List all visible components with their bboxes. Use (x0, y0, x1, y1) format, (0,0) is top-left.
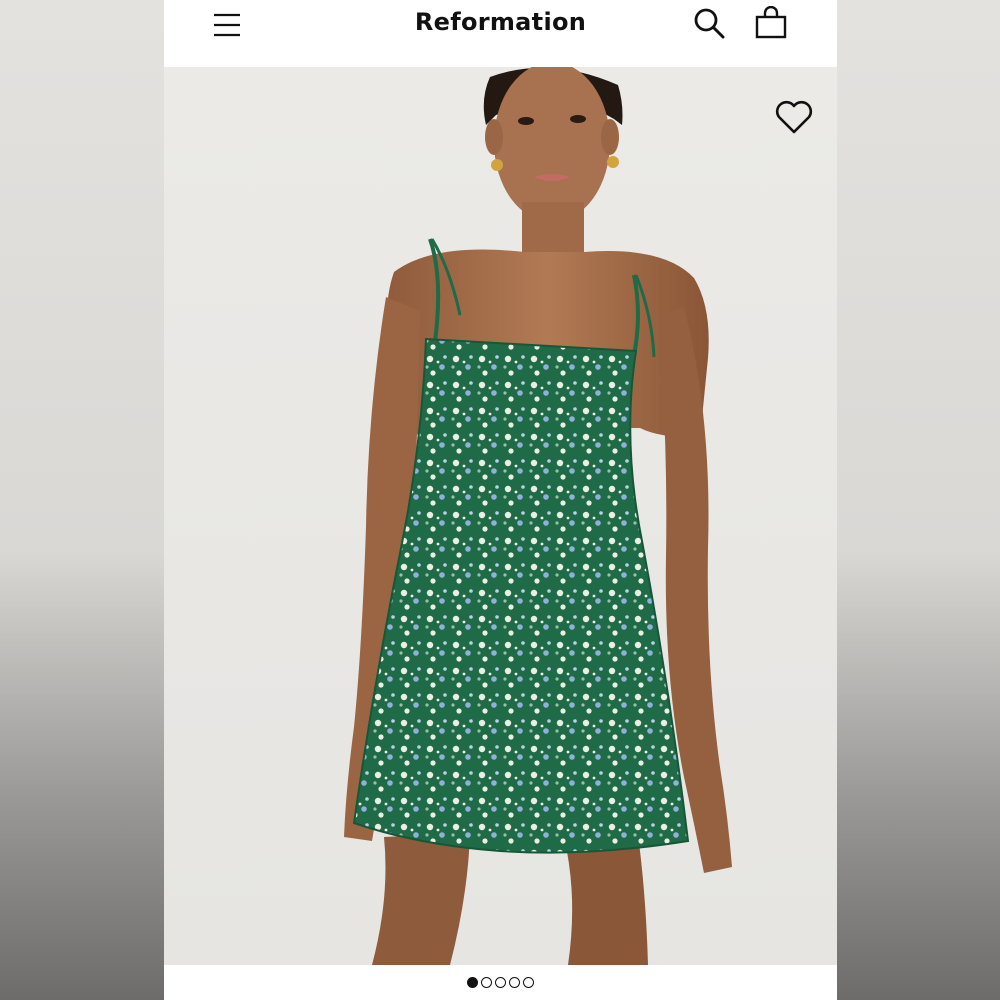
pagination-dot-3[interactable] (495, 977, 506, 988)
pagination-dot-2[interactable] (481, 977, 492, 988)
product-photo[interactable] (164, 62, 837, 965)
search-icon[interactable] (692, 6, 726, 40)
backdrop-left (0, 0, 164, 1000)
image-pagination-dots (164, 965, 837, 1000)
pagination-dot-5[interactable] (523, 977, 534, 988)
heart-outline-icon[interactable] (773, 96, 815, 136)
pagination-dot-4[interactable] (509, 977, 520, 988)
phone-screen: Reformation (164, 0, 837, 1000)
pagination-dot-1[interactable] (467, 977, 478, 988)
top-nav-bar: Reformation (164, 0, 837, 67)
brand-logo[interactable]: Reformation (164, 8, 837, 36)
shopping-bag-icon[interactable] (754, 6, 788, 40)
model-illustration (344, 62, 732, 965)
backdrop-right (837, 0, 1000, 1000)
